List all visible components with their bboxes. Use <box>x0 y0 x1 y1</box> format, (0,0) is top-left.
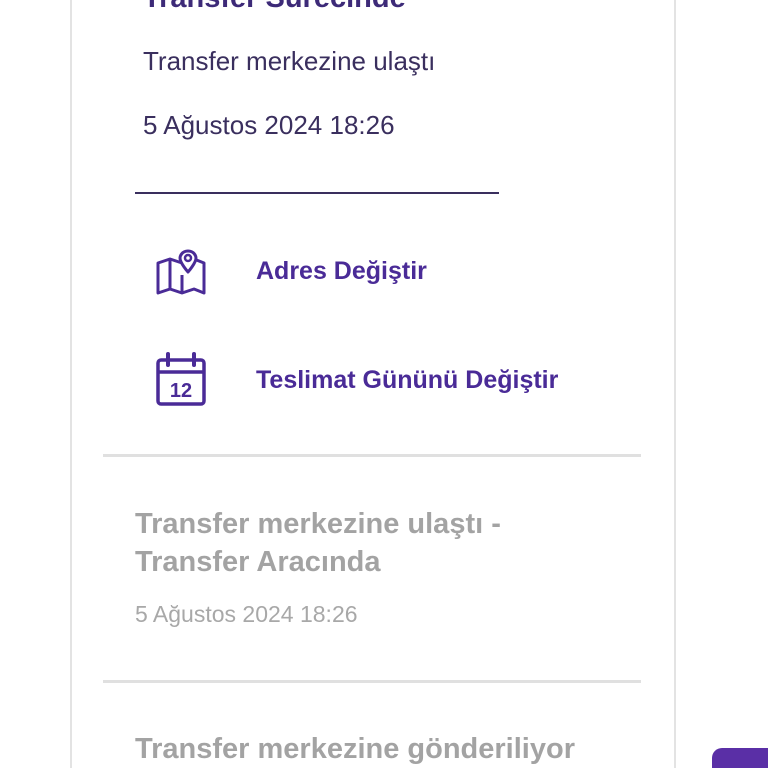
current-status-description: Transfer merkezine ulaştı <box>143 46 436 76</box>
history-divider <box>103 454 641 457</box>
history-item-title: Transfer merkezine gönderiliyor <box>135 733 575 765</box>
map-pin-icon <box>150 243 210 303</box>
current-status-title: Transfer Sürecinde <box>143 0 406 16</box>
history-item-date: 5 Ağustos 2024 18:26 <box>135 601 358 627</box>
change-delivery-day-label: Teslimat Gününü Değiştir <box>256 366 559 394</box>
history-item-title-line2: Transfer Aracında <box>135 546 381 578</box>
calendar-icon: 12 <box>150 350 210 410</box>
change-delivery-day-button[interactable]: 12 Teslimat Gününü Değiştir <box>150 350 558 410</box>
history-divider <box>103 680 641 683</box>
page: Transfer Sürecinde Transfer merkezine ul… <box>0 0 768 768</box>
current-status-date: 5 Ağustos 2024 18:26 <box>143 110 395 140</box>
change-address-label: Adres Değiştir <box>256 257 427 285</box>
floating-action-button[interactable] <box>712 748 768 768</box>
history-item-title: Transfer merkezine ulaştı - <box>135 508 501 540</box>
calendar-icon-day: 12 <box>170 380 192 402</box>
change-address-button[interactable]: Adres Değiştir <box>150 243 427 303</box>
status-separator <box>135 192 499 194</box>
